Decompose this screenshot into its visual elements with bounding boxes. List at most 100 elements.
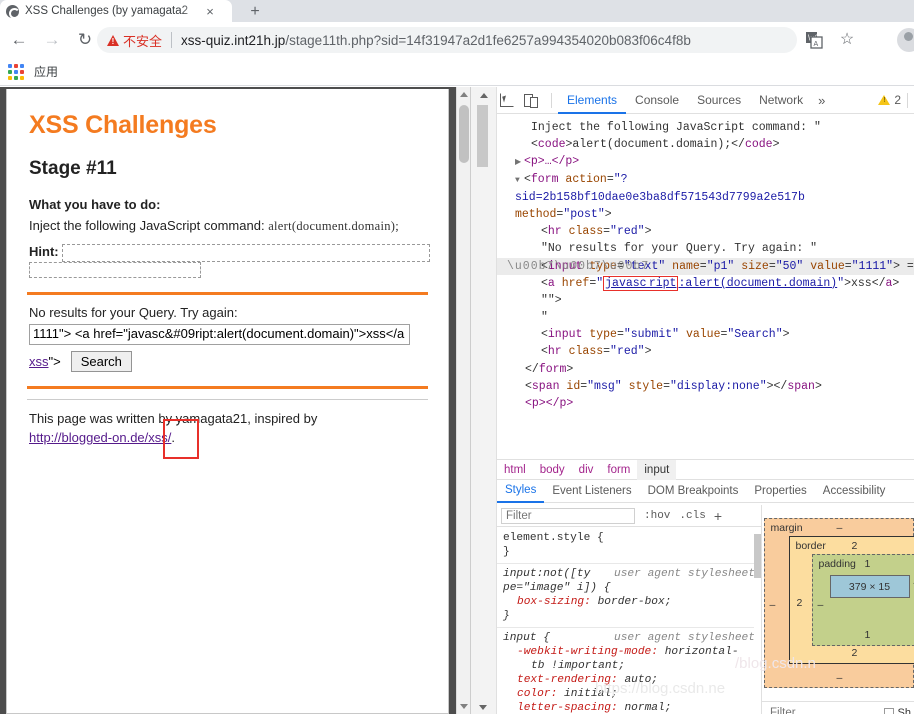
css-pane-scroll-thumb[interactable] xyxy=(754,534,761,578)
tab-event-listeners[interactable]: Event Listeners xyxy=(544,481,639,502)
close-icon[interactable]: × xyxy=(203,5,217,18)
tab-dom-breakpoints[interactable]: DOM Breakpoints xyxy=(640,481,747,502)
page-scrollbar[interactable] xyxy=(456,87,470,714)
tab-elements[interactable]: Elements xyxy=(558,87,627,114)
show-all-toggle[interactable]: Sh xyxy=(883,707,914,714)
tree-line[interactable]: <hr class="red"> xyxy=(497,223,914,240)
tab-sources[interactable]: Sources xyxy=(688,87,750,114)
computed-filter-input[interactable]: Filter xyxy=(770,707,796,714)
tree-line[interactable]: </form> xyxy=(497,361,914,378)
styles-filter-input[interactable]: Filter xyxy=(501,507,635,524)
apps-grid-icon[interactable] xyxy=(8,63,24,80)
avatar[interactable] xyxy=(897,28,914,52)
breadcrumb-html[interactable]: html xyxy=(497,460,533,480)
css-rule-element-style[interactable]: element.style { } xyxy=(497,528,761,564)
xss-link[interactable]: xss xyxy=(29,354,49,369)
search-button[interactable]: Search xyxy=(70,351,132,373)
tree-line[interactable]: <p></p> xyxy=(497,395,914,412)
bookmark-item-apps[interactable]: 应用 xyxy=(34,63,58,80)
border-left-value[interactable]: 2 xyxy=(797,597,803,609)
forward-button[interactable]: → xyxy=(38,26,66,54)
browser-toolbar: ← → ↻ 不安全 xss-quiz.int21h.jp/stage11th.p… xyxy=(0,22,914,58)
css-property[interactable]: box-sizing: border-box; xyxy=(503,595,755,609)
box-model-padding[interactable]: padding 1 – 1 – 379 × 15 xyxy=(811,554,914,646)
scroll-up-arrow-icon[interactable] xyxy=(460,92,468,97)
breadcrumb-body[interactable]: body xyxy=(533,460,572,480)
scroll-down-arrow-icon[interactable] xyxy=(479,705,487,710)
inspect-element-icon[interactable] xyxy=(497,91,517,109)
page-scroll-thumb[interactable] xyxy=(459,105,469,163)
padding-top-value[interactable]: 1 xyxy=(865,558,871,570)
tree-line[interactable]: <code>alert(document.domain);</code> xyxy=(497,136,914,153)
device-toolbar-icon[interactable] xyxy=(521,91,541,109)
margin-bottom-value[interactable]: – xyxy=(837,672,843,684)
padding-left-value[interactable]: – xyxy=(818,599,824,611)
tab-accessibility[interactable]: Accessibility xyxy=(815,481,894,502)
tree-line-selected[interactable]: \u00b7\u00b7\u00b7 <input type="text" nam… xyxy=(497,257,914,275)
cls-toggle[interactable]: .cls xyxy=(679,510,705,522)
css-pane-scrollbar[interactable] xyxy=(754,528,761,714)
bookmark-star-icon[interactable]: ☆ xyxy=(838,31,856,49)
back-button[interactable]: ← xyxy=(5,26,33,54)
breadcrumb-input[interactable]: input xyxy=(637,459,677,480)
more-tabs-icon[interactable]: » xyxy=(812,93,831,108)
security-label: 不安全 xyxy=(123,33,163,49)
tree-line[interactable]: "No results for your Query. Try again: " xyxy=(497,240,914,257)
breadcrumb-div[interactable]: div xyxy=(572,460,601,480)
margin-top-value[interactable]: – xyxy=(837,522,843,534)
chevron-down-icon[interactable]: ▼ xyxy=(515,172,524,189)
footer-link[interactable]: http://blogged-on.de/xss/ xyxy=(29,430,171,445)
devtools-scroll-thumb[interactable] xyxy=(477,105,488,167)
query-tail-rest: "> xyxy=(48,354,61,370)
box-model-content-size[interactable]: 379 × 15 xyxy=(829,575,910,598)
new-style-rule-button[interactable]: + xyxy=(714,508,722,524)
scroll-up-arrow-icon[interactable] xyxy=(480,93,488,98)
box-model-pane: margin – – – border 2 2 2 padding 1 – 1 … xyxy=(762,505,914,701)
padding-bottom-value[interactable]: 1 xyxy=(865,629,871,641)
url-path: /stage11th.php?sid=14f31947a2d1fe6257a99… xyxy=(285,32,691,48)
hov-toggle[interactable]: :hov xyxy=(644,510,670,522)
border-top-value[interactable]: 2 xyxy=(852,540,858,552)
box-model-border[interactable]: border 2 2 2 padding 1 – 1 – 379 × 15 xyxy=(788,536,914,664)
tree-line[interactable]: ▶ <p>…</p> xyxy=(497,153,914,170)
address-bar[interactable]: 不安全 xss-quiz.int21h.jp/stage11th.php?sid… xyxy=(97,27,797,53)
tree-line[interactable]: Inject the following JavaScript command:… xyxy=(497,119,914,136)
tree-line[interactable]: " xyxy=(497,309,914,326)
reload-button[interactable]: ↻ xyxy=(71,26,99,54)
breadcrumb-form[interactable]: form xyxy=(600,460,637,480)
tab-styles[interactable]: Styles xyxy=(497,480,545,503)
css-property-cont[interactable]: tb !important; xyxy=(503,659,755,673)
translate-icon[interactable]: \u6587 A xyxy=(805,31,823,49)
checkbox-icon[interactable] xyxy=(883,707,894,714)
box-model-margin[interactable]: margin – – – border 2 2 2 padding 1 – 1 … xyxy=(763,518,914,688)
tab-network[interactable]: Network xyxy=(750,87,812,114)
devtools-scroll-gutter[interactable] xyxy=(471,87,497,714)
border-bottom-value[interactable]: 2 xyxy=(852,647,858,659)
highlighted-javascript-token: javasc ript xyxy=(603,275,679,291)
css-property[interactable]: letter-spacing: normal; xyxy=(503,701,755,714)
margin-left-value[interactable]: – xyxy=(770,599,776,611)
scroll-down-arrow-icon[interactable] xyxy=(460,704,468,709)
css-property[interactable]: text-rendering: auto; xyxy=(503,673,755,687)
query-input[interactable]: 1111"> <a href="javasc&#09ript:alert(doc… xyxy=(29,324,410,346)
tab-console[interactable]: Console xyxy=(626,87,688,114)
tree-line[interactable]: ▼ <form action="?sid=2b158bf10dae0e3ba8df… xyxy=(497,171,914,224)
browser-tab[interactable]: XSS Challenges (by yamagata2 × xyxy=(0,0,232,22)
warning-badge[interactable]: 2 xyxy=(878,92,914,108)
css-property[interactable]: -webkit-writing-mode: horizontal- xyxy=(503,645,755,659)
inject-text: Inject the following JavaScript command: xyxy=(29,217,265,233)
css-rule-input-not-image[interactable]: user agent stylesheet input:not([ty pe="… xyxy=(497,564,761,628)
tree-line[interactable]: <input type="submit" value="Search"> xyxy=(497,326,914,343)
tree-line[interactable]: <a href=" javasc ript:alert(document.doma… xyxy=(497,275,914,292)
css-rule-input[interactable]: user agent stylesheet input { -webkit-wr… xyxy=(497,628,761,714)
tree-line[interactable]: <span id="msg" style="display:none"></sp… xyxy=(497,378,914,395)
result-message: No results for your Query. Try again: xyxy=(29,305,238,321)
css-property[interactable]: color: initial; xyxy=(503,687,755,701)
tree-line[interactable]: ""> xyxy=(497,292,914,309)
new-tab-button[interactable]: + xyxy=(240,2,270,22)
globe-icon xyxy=(6,4,20,19)
chevron-right-icon[interactable]: ▶ xyxy=(515,154,524,171)
css-selector-cont: pe="image" i]) { xyxy=(503,582,611,594)
tree-line[interactable]: <hr class="red"> xyxy=(497,343,914,360)
tab-properties[interactable]: Properties xyxy=(746,481,814,502)
